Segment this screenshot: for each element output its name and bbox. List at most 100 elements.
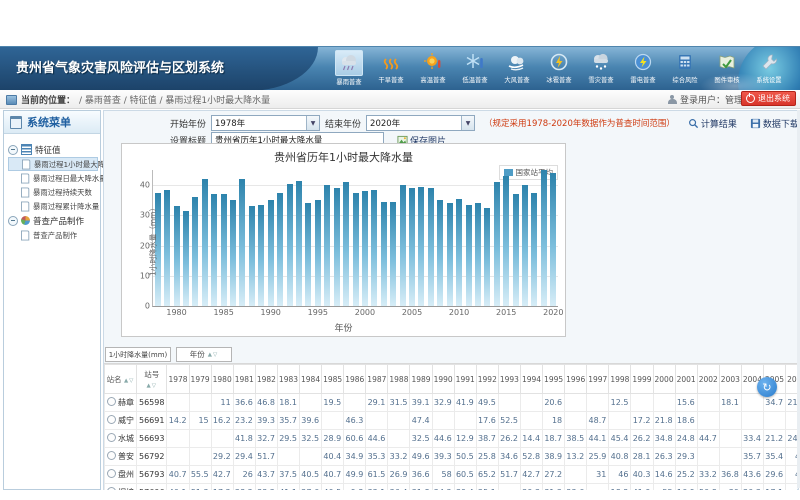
- year-header-1990[interactable]: 1990: [432, 365, 454, 394]
- value-cell: 46: [609, 466, 631, 484]
- year-header-1982[interactable]: 1982: [255, 365, 277, 394]
- value-cell: [520, 412, 542, 430]
- toolbar-item-heat[interactable]: 高温普查: [412, 50, 454, 87]
- value-cell: 28.2: [233, 484, 255, 491]
- floating-refresh-icon[interactable]: ↻: [757, 377, 777, 397]
- radio-button[interactable]: [107, 397, 116, 406]
- toolbar-item-rainstorm[interactable]: 暴雨普查: [328, 50, 370, 87]
- year-header-1996[interactable]: 1996: [565, 365, 587, 394]
- year-header-2006[interactable]: 2006: [786, 365, 797, 394]
- chevron-down-icon[interactable]: ▼: [306, 116, 319, 130]
- expander-icon[interactable]: [8, 145, 18, 155]
- end-year-value: 2020年: [370, 117, 400, 129]
- year-header-1993[interactable]: 1993: [498, 365, 520, 394]
- sidebar-group-0[interactable]: 特征值: [8, 142, 98, 157]
- sidebar-item[interactable]: 普查产品制作: [8, 228, 98, 242]
- sidebar-item[interactable]: 暴雨过程日最大降水量: [8, 171, 98, 185]
- table-row[interactable]: 盘州5679340.755.542.72643.737.540.540.749.…: [105, 466, 798, 484]
- start-year-select[interactable]: 1978年 ▼: [211, 115, 320, 131]
- year-header-2002[interactable]: 2002: [697, 365, 719, 394]
- value-cell: 32.5: [300, 430, 322, 448]
- value-cell: 40.5: [300, 466, 322, 484]
- data-download-button[interactable]: 数据下载: [750, 117, 799, 130]
- table-row[interactable]: 水城5669341.832.729.532.528.960.644.632.54…: [105, 430, 798, 448]
- expander-icon[interactable]: [8, 216, 18, 226]
- value-cell: 31.8: [410, 484, 432, 491]
- year-header-1989[interactable]: 1989: [410, 365, 432, 394]
- year-header-2003[interactable]: 2003: [719, 365, 741, 394]
- calc-result-button[interactable]: 计算结果: [688, 117, 737, 130]
- toolbar-item-settings[interactable]: 系统设置: [748, 50, 790, 87]
- table-row[interactable]: 威宁5669114.21516.223.239.335.739.646.347.…: [105, 412, 798, 430]
- toolbar-item-hail[interactable]: 冰雹普查: [538, 50, 580, 87]
- value-cell: 52.5: [498, 412, 520, 430]
- year-header-1994[interactable]: 1994: [520, 365, 542, 394]
- logout-button[interactable]: 退出系统: [741, 91, 796, 106]
- toolbar-item-snow[interactable]: 雪灾普查: [580, 50, 622, 87]
- station-id-header[interactable]: 站号 ▲▽: [137, 365, 167, 394]
- value-cell: 33.2: [255, 484, 277, 491]
- year-header-1992[interactable]: 1992: [476, 365, 498, 394]
- radio-button[interactable]: [107, 415, 116, 424]
- toolbar-item-composite-risk[interactable]: 综合风险: [664, 50, 706, 87]
- toolbar-item-map-review[interactable]: 图件审核: [706, 50, 748, 87]
- sidebar-item[interactable]: 暴雨过程1小时最大降水量: [8, 157, 98, 171]
- value-cell: 20.3: [741, 484, 763, 491]
- bar-year-2018: [531, 193, 537, 306]
- radio-button[interactable]: [107, 433, 116, 442]
- toolbar-item-cold[interactable]: 低温普查: [454, 50, 496, 87]
- value-cell: 21.9: [786, 394, 797, 412]
- toolbar-item-wind[interactable]: 大风普查: [496, 50, 538, 87]
- value-cell: 14.6: [653, 466, 675, 484]
- bar-year-1990: [268, 200, 274, 306]
- sidebar-group-1[interactable]: 普查产品制作: [8, 213, 98, 228]
- value-cell: 30: [719, 484, 741, 491]
- value-cell: [211, 430, 233, 448]
- year-header-2000[interactable]: 2000: [653, 365, 675, 394]
- year-header-1991[interactable]: 1991: [454, 365, 476, 394]
- year-header-1998[interactable]: 1998: [609, 365, 631, 394]
- chevron-down-icon[interactable]: ▼: [461, 116, 474, 130]
- year-header-1988[interactable]: 1988: [388, 365, 410, 394]
- table-year-group-header[interactable]: 年份 ▲▽: [176, 347, 232, 362]
- logout-label: 退出系统: [758, 93, 790, 104]
- toolbar-item-lightning[interactable]: 雷电普查: [622, 50, 664, 87]
- year-header-1997[interactable]: 1997: [587, 365, 609, 394]
- data-table-wrap[interactable]: 站名 ▲▽站号 ▲▽197819791980198119821983198419…: [104, 363, 797, 490]
- value-cell: 18.7: [543, 430, 565, 448]
- year-header-1984[interactable]: 1984: [300, 365, 322, 394]
- station-id-cell: 56792: [137, 448, 167, 466]
- year-header-1978[interactable]: 1978: [167, 365, 189, 394]
- year-header-2001[interactable]: 2001: [675, 365, 697, 394]
- value-cell: 36.4: [388, 484, 410, 491]
- year-header-1985[interactable]: 1985: [322, 365, 344, 394]
- station-name-header[interactable]: 站名 ▲▽: [105, 365, 137, 394]
- year-header-1981[interactable]: 1981: [233, 365, 255, 394]
- x-tick-label: 1995: [308, 308, 328, 317]
- table-row[interactable]: 普安5679229.229.451.740.434.935.333.249.63…: [105, 448, 798, 466]
- sidebar-item[interactable]: 暴雨过程持续天数: [8, 185, 98, 199]
- bar-year-2006: [418, 187, 424, 306]
- sidebar-item[interactable]: 暴雨过程累计降水量: [8, 199, 98, 213]
- year-header-1980[interactable]: 1980: [211, 365, 233, 394]
- bar-year-1988: [249, 206, 255, 306]
- table-row[interactable]: 赫章565981136.646.818.119.529.131.539.132.…: [105, 394, 798, 412]
- year-header-1999[interactable]: 1999: [631, 365, 653, 394]
- year-header-1983[interactable]: 1983: [277, 365, 299, 394]
- value-cell: 26.3: [653, 448, 675, 466]
- toolbar-item-drought[interactable]: 干旱普查: [370, 50, 412, 87]
- year-header-1986[interactable]: 1986: [344, 365, 366, 394]
- year-header-1987[interactable]: 1987: [366, 365, 388, 394]
- table-row[interactable]: 桐梓5760640.151.317.228.233.241.127.640.59…: [105, 484, 798, 491]
- radio-button[interactable]: [107, 451, 116, 460]
- radio-button[interactable]: [107, 469, 116, 478]
- value-cell: 29.3: [520, 484, 542, 491]
- value-cell: 17.1: [763, 484, 785, 491]
- year-header-1979[interactable]: 1979: [189, 365, 211, 394]
- radio-button[interactable]: [107, 487, 116, 490]
- value-cell: 33.4: [741, 430, 763, 448]
- end-year-select[interactable]: 2020年 ▼: [366, 115, 475, 131]
- value-cell: [277, 448, 299, 466]
- sort-icons[interactable]: ▲▽: [208, 352, 218, 358]
- year-header-1995[interactable]: 1995: [543, 365, 565, 394]
